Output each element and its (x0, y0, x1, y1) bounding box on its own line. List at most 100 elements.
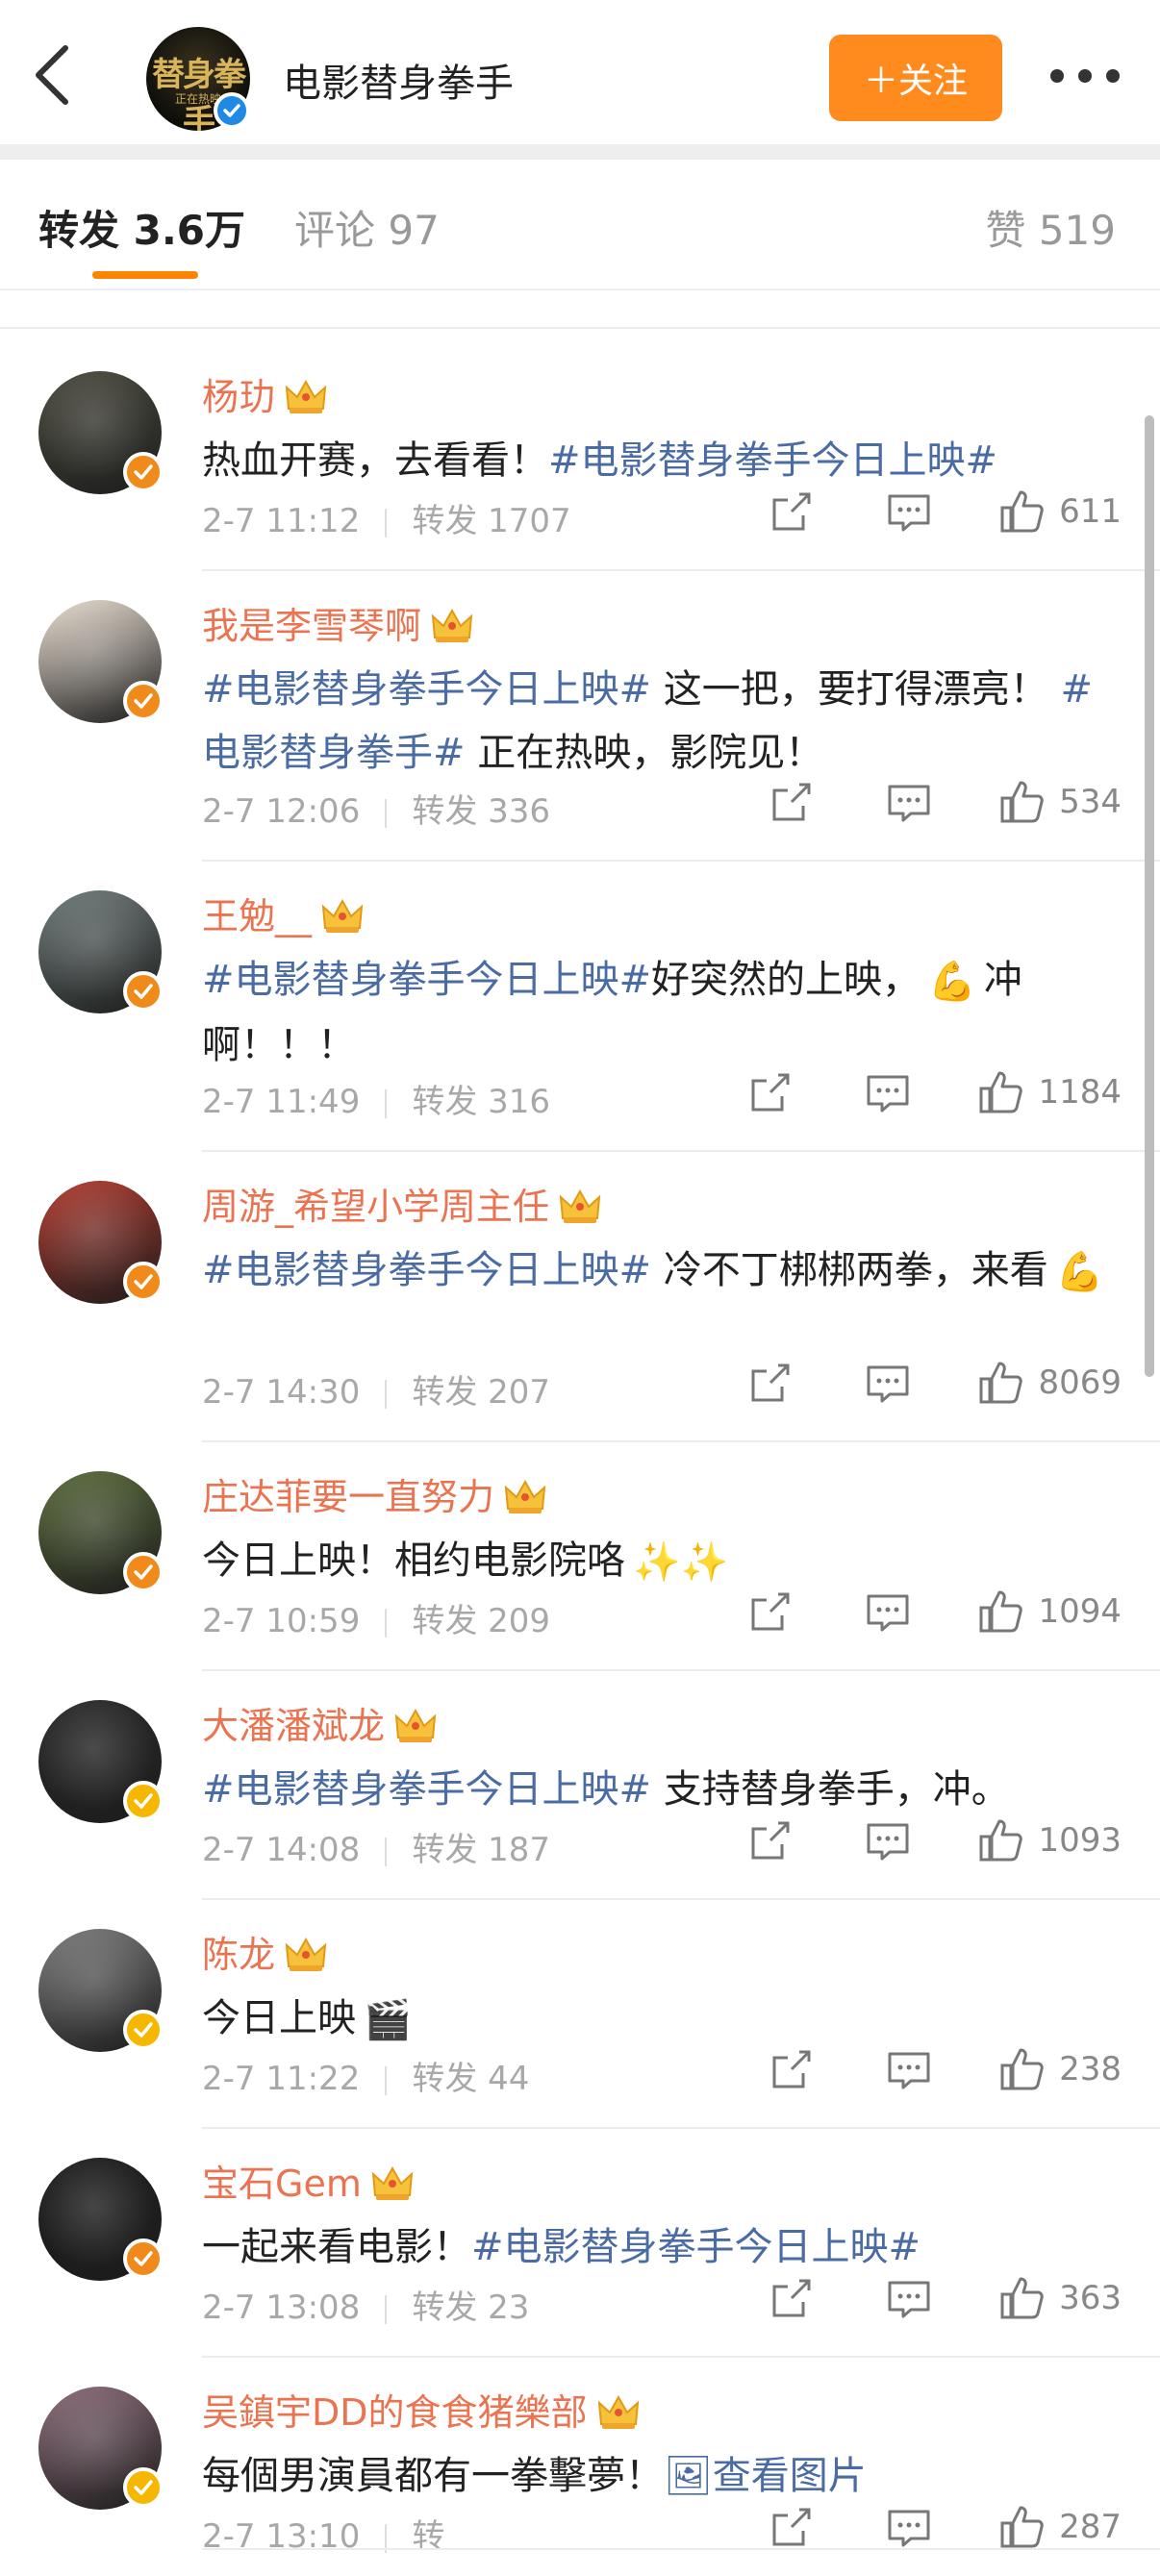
comment-icon[interactable] (884, 2044, 934, 2094)
username[interactable]: 我是李雪琴啊 (202, 596, 473, 649)
comment-icon[interactable] (884, 777, 934, 827)
username[interactable]: 庄达菲要一直努力 (202, 1467, 546, 1520)
more-options-icon[interactable] (1050, 62, 1120, 90)
repost-text: 今日上映 🎬 (202, 1987, 1116, 2052)
repost-count: 转发 1707 (412, 502, 571, 540)
text-segment: 一起来看电影！ (202, 2225, 471, 2269)
timestamp: 2-7 11:49 (202, 1083, 361, 1121)
repost-item[interactable]: 吴鎮宇DD的食食猪樂部 每個男演員都有一拳擊夢！🖼查看图片 2-7 13:10 转 28… (0, 2358, 1160, 2556)
verified-icon (123, 971, 164, 1012)
repost-item[interactable]: 庄达菲要一直努力 今日上映！相约电影院咯 ✨✨ 2-7 10:59 转发 209 1094 (0, 1442, 1160, 1671)
emoji-icon: 💪 (928, 960, 976, 1004)
share-icon[interactable] (745, 1067, 795, 1117)
like-count: 1093 (1038, 1821, 1122, 1860)
username[interactable]: 大潘潘斌龙 (202, 1696, 437, 1749)
verified-icon (123, 2010, 164, 2050)
repost-count: 转 (412, 2517, 445, 2556)
meta-divider (385, 2065, 388, 2095)
repost-item[interactable]: 陈龙 今日上映 🎬 2-7 11:22 转发 44 238 (0, 1900, 1160, 2129)
repost-item[interactable]: 我是李雪琴啊 #电影替身拳手今日上映# 这一把，要打得漂亮！ #电影替身拳手# 正… (0, 571, 1160, 862)
timestamp: 2-7 12:06 (202, 792, 361, 831)
repost-meta: 2-7 11:49 转发 316 (202, 1075, 550, 1122)
repost-meta: 2-7 11:12 转发 1707 (202, 494, 571, 541)
username[interactable]: 吴鎮宇DD的食食猪樂部 (202, 2383, 640, 2436)
repost-item[interactable]: 杨玏 热血开赛，去看看！#电影替身拳手今日上映# 2-7 11:12 转发 1707 6… (0, 342, 1160, 571)
share-icon[interactable] (745, 1587, 795, 1637)
hashtag-link[interactable]: #电影替身拳手今日上映# (202, 667, 651, 712)
share-icon[interactable] (767, 777, 817, 827)
meta-divider (385, 1608, 388, 1638)
hashtag-link[interactable]: #电影替身拳手今日上映# (548, 438, 997, 483)
repost-item[interactable]: 周游_希望小学周主任 #电影替身拳手今日上映# 冷不丁梆梆两拳，来看 💪 2-7 14… (0, 1152, 1160, 1442)
verified-icon (123, 452, 164, 492)
meta-divider (385, 2294, 388, 2324)
like-icon[interactable] (976, 1815, 1026, 1865)
tab-repost[interactable]: 转发 3.6万 (38, 198, 245, 257)
share-icon[interactable] (767, 2273, 817, 2323)
tab-like[interactable]: 赞 519 (985, 198, 1116, 257)
like-icon[interactable] (997, 2502, 1047, 2552)
like-count: 287 (1059, 2508, 1122, 2546)
comment-icon[interactable] (884, 487, 934, 537)
like-count: 534 (1059, 783, 1122, 821)
hashtag-link[interactable]: #电影替身拳手今日上映# (202, 958, 651, 1002)
timestamp: 2-7 14:30 (202, 1373, 361, 1412)
username-text: 我是李雪琴啊 (202, 605, 422, 647)
crown-icon (285, 1936, 327, 1974)
username[interactable]: 王勉__ (202, 887, 364, 939)
crown-icon (504, 1478, 546, 1516)
meta-divider (385, 1837, 388, 1866)
scrollbar[interactable] (1145, 415, 1154, 1377)
username[interactable]: 杨玏 (202, 367, 327, 420)
comment-icon[interactable] (863, 1358, 913, 1408)
like-icon[interactable] (997, 2044, 1047, 2094)
share-icon[interactable] (767, 2044, 817, 2094)
action-bar: 8069 (745, 1358, 1122, 1408)
repost-text: 今日上映！相约电影院咯 ✨✨ (202, 1529, 1116, 1594)
hashtag-link[interactable]: #电影替身拳手今日上映# (202, 1248, 651, 1292)
like-icon[interactable] (997, 2273, 1047, 2323)
like-icon[interactable] (997, 777, 1047, 827)
action-bar: 1094 (745, 1587, 1122, 1637)
crown-icon (285, 378, 327, 416)
action-bar: 534 (767, 777, 1122, 827)
comment-icon[interactable] (884, 2273, 934, 2323)
meta-divider (385, 1379, 388, 1409)
repost-meta: 2-7 12:06 转发 336 (202, 785, 550, 832)
like-icon[interactable] (997, 487, 1047, 537)
comment-icon[interactable] (884, 2502, 934, 2552)
repost-item[interactable]: 大潘潘斌龙 #电影替身拳手今日上映# 支持替身拳手，冲。 2-7 14:08 转发 1… (0, 1671, 1160, 1900)
comment-icon[interactable] (863, 1067, 913, 1117)
like-icon[interactable] (976, 1358, 1026, 1408)
comment-icon[interactable] (863, 1587, 913, 1637)
repost-text: #电影替身拳手今日上映# 这一把，要打得漂亮！ #电影替身拳手# 正在热映，影院… (202, 658, 1116, 785)
crown-icon (371, 2164, 414, 2203)
meta-divider (385, 508, 388, 538)
repost-count: 转发 187 (412, 1831, 551, 1869)
verified-icon (123, 2238, 164, 2279)
repost-item[interactable]: 王勉__ #电影替身拳手今日上映#好突然的上映， 💪 冲啊！！！ 2-7 11:49 转发… (0, 862, 1160, 1152)
hashtag-link[interactable]: #电影替身拳手今日上映# (471, 2225, 920, 2269)
share-icon[interactable] (767, 487, 817, 537)
share-icon[interactable] (767, 2502, 817, 2552)
like-count: 238 (1059, 2050, 1122, 2088)
follow-button[interactable]: ＋关注 (829, 35, 1002, 121)
username[interactable]: 宝石Gem (202, 2154, 414, 2207)
repost-count: 转发 209 (412, 1602, 551, 1640)
account-name[interactable]: 电影替身拳手 (283, 52, 514, 108)
hashtag-link[interactable]: #电影替身拳手今日上映# (202, 1767, 651, 1812)
text-segment: 正在热映，影院见！ (465, 731, 824, 775)
hashtag-link[interactable]: 🖼查看图片 (664, 2454, 867, 2498)
share-icon[interactable] (745, 1358, 795, 1408)
repost-text: #电影替身拳手今日上映#好突然的上映， 💪 冲啊！！！ (202, 948, 1116, 1077)
repost-item[interactable]: 宝石Gem 一起来看电影！#电影替身拳手今日上映# 2-7 13:08 转发 23 36… (0, 2129, 1160, 2358)
username[interactable]: 周游_希望小学周主任 (202, 1177, 601, 1230)
username[interactable]: 陈龙 (202, 1925, 327, 1978)
back-button[interactable] (27, 40, 79, 110)
like-icon[interactable] (976, 1587, 1026, 1637)
share-icon[interactable] (745, 1815, 795, 1865)
comment-icon[interactable] (863, 1815, 913, 1865)
like-icon[interactable] (976, 1067, 1026, 1117)
repost-count: 转发 207 (412, 1373, 551, 1412)
tab-comment[interactable]: 评论 97 (294, 198, 440, 257)
